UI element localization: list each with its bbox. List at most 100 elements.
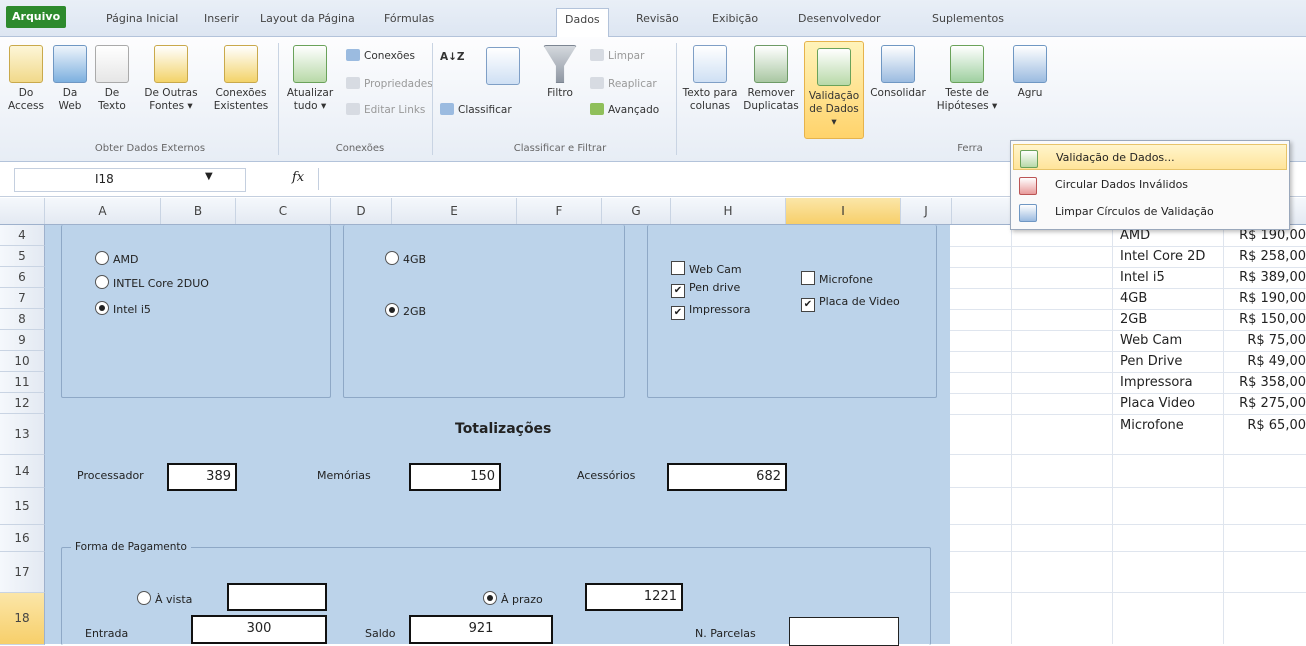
price-value[interactable]: R$ 358,00 xyxy=(1226,375,1306,390)
sort-az-button[interactable]: A↓Z xyxy=(440,51,465,63)
tab-view[interactable]: Exibição xyxy=(704,8,766,30)
formula-input[interactable] xyxy=(318,168,1009,190)
other-sources-button[interactable]: De Outras Fontes ▾ xyxy=(140,45,202,113)
row-header[interactable]: 10 xyxy=(0,351,45,372)
radio-2gb[interactable]: 2GB xyxy=(385,303,426,318)
price-item[interactable]: Placa Video xyxy=(1120,396,1195,411)
column-header-b[interactable]: B xyxy=(161,198,236,224)
column-header-a[interactable]: A xyxy=(45,198,161,224)
row-header[interactable]: 16 xyxy=(0,525,45,552)
radio-a-prazo[interactable]: À prazo xyxy=(483,591,543,606)
row-header[interactable]: 11 xyxy=(0,372,45,393)
column-header-i[interactable]: I xyxy=(786,198,901,224)
row-header[interactable]: 7 xyxy=(0,288,45,309)
from-access-button[interactable]: Do Access xyxy=(8,45,44,113)
connections-button[interactable]: Conexões xyxy=(346,49,415,62)
price-value[interactable]: R$ 150,00 xyxy=(1226,312,1306,327)
cash-value-field[interactable] xyxy=(227,583,327,611)
price-value[interactable]: R$ 275,00 xyxy=(1226,396,1306,411)
tab-data[interactable]: Dados xyxy=(556,8,609,37)
column-header-k[interactable] xyxy=(952,198,1011,224)
checkbox-webcam[interactable]: Web Cam xyxy=(671,261,742,276)
checkbox-microfone[interactable]: Microfone xyxy=(801,271,873,286)
term-value-field[interactable]: 1221 xyxy=(585,583,683,611)
checkbox-impressora[interactable]: ✔ Impressora xyxy=(671,303,750,320)
price-item[interactable]: 4GB xyxy=(1120,291,1147,306)
menu-item-data-validation[interactable]: Validação de Dados... xyxy=(1013,144,1287,170)
refresh-all-button[interactable]: Atualizar tudo ▾ xyxy=(284,45,336,113)
name-box[interactable]: I18 ▼ xyxy=(14,168,246,192)
sort-button[interactable]: Classificar xyxy=(440,103,512,116)
tab-home[interactable]: Página Inicial xyxy=(98,8,186,30)
price-item[interactable]: Pen Drive xyxy=(1120,354,1182,369)
radio-intel-core2duo[interactable]: INTEL Core 2DUO xyxy=(95,275,209,290)
price-value[interactable]: R$ 389,00 xyxy=(1226,270,1306,285)
group-button[interactable]: Agru xyxy=(1010,45,1050,100)
existing-connections-button[interactable]: Conexões Existentes xyxy=(212,45,270,113)
column-header-f[interactable]: F xyxy=(517,198,602,224)
tab-review[interactable]: Revisão xyxy=(628,8,687,30)
price-value[interactable]: R$ 49,00 xyxy=(1226,354,1306,369)
select-all-corner[interactable] xyxy=(0,198,45,224)
sort-dialog-button[interactable] xyxy=(486,47,520,89)
installments-field[interactable] xyxy=(789,617,899,646)
column-header-h[interactable]: H xyxy=(671,198,786,224)
remove-duplicates-button[interactable]: Remover Duplicatas xyxy=(742,45,800,113)
menu-item-clear-circles[interactable]: Limpar Círculos de Validação xyxy=(1013,199,1287,225)
from-web-button[interactable]: Da Web xyxy=(52,45,88,113)
checkbox-pendrive[interactable]: ✔ Pen drive xyxy=(671,281,740,298)
text-to-columns-button[interactable]: Texto para colunas xyxy=(682,45,738,113)
column-header-j[interactable]: J xyxy=(901,198,952,224)
fx-icon[interactable]: fx xyxy=(292,170,304,185)
row-header[interactable]: 15 xyxy=(0,488,45,525)
price-item[interactable]: Intel i5 xyxy=(1120,270,1165,285)
radio-4gb[interactable]: 4GB xyxy=(385,251,426,266)
tab-addins[interactable]: Suplementos xyxy=(924,8,1012,30)
column-header-c[interactable]: C xyxy=(236,198,331,224)
edit-links-button[interactable]: Editar Links xyxy=(346,103,425,116)
balance-field[interactable]: 921 xyxy=(409,615,553,644)
row-header[interactable]: 12 xyxy=(0,393,45,414)
data-validation-button[interactable]: Validação de Dados ▾ xyxy=(804,41,864,139)
price-value[interactable]: R$ 75,00 xyxy=(1226,333,1306,348)
column-header-e[interactable]: E xyxy=(392,198,517,224)
row-header[interactable]: 14 xyxy=(0,455,45,488)
entry-field[interactable]: 300 xyxy=(191,615,327,644)
column-header-g[interactable]: G xyxy=(602,198,671,224)
menu-item-circle-invalid[interactable]: Circular Dados Inválidos xyxy=(1013,172,1287,198)
memory-total-field[interactable]: 150 xyxy=(409,463,501,491)
price-item[interactable]: Intel Core 2D xyxy=(1120,249,1205,264)
radio-intel-i5[interactable]: Intel i5 xyxy=(95,301,151,316)
price-value[interactable]: R$ 190,00 xyxy=(1226,291,1306,306)
radio-amd[interactable]: AMD xyxy=(95,251,139,266)
price-item[interactable]: Web Cam xyxy=(1120,333,1182,348)
row-header[interactable]: 8 xyxy=(0,309,45,330)
tab-formulas[interactable]: Fórmulas xyxy=(376,8,442,30)
processor-total-field[interactable]: 389 xyxy=(167,463,237,491)
row-header[interactable]: 6 xyxy=(0,267,45,288)
row-header[interactable]: 18 xyxy=(0,593,45,645)
price-item[interactable]: Microfone xyxy=(1120,418,1184,433)
properties-button[interactable]: Propriedades xyxy=(346,77,433,90)
checkbox-placa-video[interactable]: ✔ Placa de Video xyxy=(801,295,900,312)
tab-insert[interactable]: Inserir xyxy=(196,8,247,30)
price-value[interactable]: R$ 190,00 xyxy=(1226,228,1306,243)
radio-a-vista[interactable]: À vista xyxy=(137,591,192,606)
price-item[interactable]: AMD xyxy=(1120,228,1150,243)
accessories-total-field[interactable]: 682 xyxy=(667,463,787,491)
tab-page-layout[interactable]: Layout da Página xyxy=(252,8,363,30)
row-header[interactable]: 13 xyxy=(0,414,45,455)
price-value[interactable]: R$ 65,00 xyxy=(1226,418,1306,433)
row-header[interactable]: 17 xyxy=(0,552,45,593)
what-if-button[interactable]: Teste de Hipóteses ▾ xyxy=(932,45,1002,113)
clear-button[interactable]: Limpar xyxy=(590,49,644,62)
row-header[interactable]: 4 xyxy=(0,225,45,246)
price-value[interactable]: R$ 258,00 xyxy=(1226,249,1306,264)
dropdown-arrow-icon[interactable]: ▼ xyxy=(205,171,213,182)
price-item[interactable]: 2GB xyxy=(1120,312,1147,327)
row-header[interactable]: 5 xyxy=(0,246,45,267)
price-item[interactable]: Impressora xyxy=(1120,375,1193,390)
tab-developer[interactable]: Desenvolvedor xyxy=(790,8,889,30)
consolidate-button[interactable]: Consolidar xyxy=(868,45,928,100)
advanced-button[interactable]: Avançado xyxy=(590,103,659,116)
